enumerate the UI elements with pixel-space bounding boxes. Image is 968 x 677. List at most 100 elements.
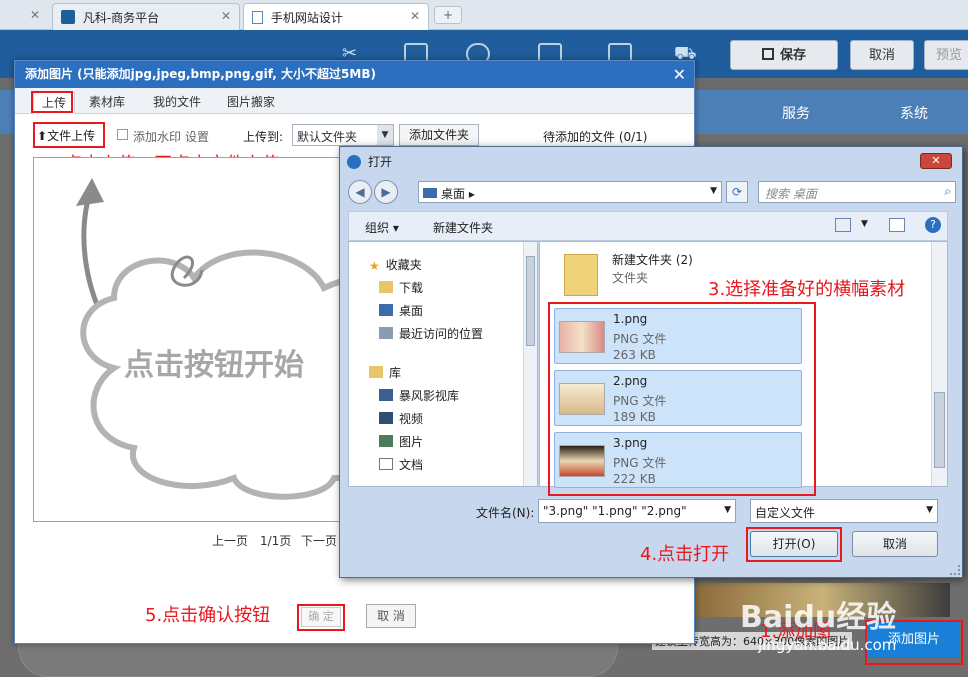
annotation-box-files: [548, 302, 816, 496]
annotation-box-confirm: [297, 604, 345, 631]
folder-icon: [379, 281, 393, 293]
tab-my-files[interactable]: 我的文件: [145, 92, 209, 114]
brand-logo-icon: [61, 10, 75, 24]
desktop-icon: [423, 188, 437, 198]
tree-label: 下载: [399, 281, 424, 295]
tree-item-storm-video[interactable]: 暴风影视库: [379, 387, 459, 404]
watermark-settings-link[interactable]: 设置: [185, 128, 209, 145]
chevron-down-icon: ▼: [377, 125, 393, 145]
folder-select-value: 默认文件夹: [297, 130, 358, 144]
refresh-icon[interactable]: ⟳: [726, 181, 748, 203]
new-tab-button[interactable]: +: [434, 6, 462, 24]
tree-item-recent[interactable]: 最近访问的位置: [379, 325, 483, 342]
upload-to-label: 上传到:: [243, 130, 284, 144]
close-tab-icon[interactable]: ✕: [410, 9, 420, 23]
tree-item-desktop[interactable]: 桌面: [379, 302, 423, 319]
nav-service[interactable]: 服务: [782, 103, 810, 123]
annotation-box-file-upload: [33, 122, 105, 148]
save-label: 保存: [779, 48, 806, 63]
tree-item-favorites[interactable]: ★ 收藏夹: [369, 256, 422, 273]
tab-business-platform[interactable]: 凡科-商务平台 ✕: [52, 3, 240, 30]
filename-input[interactable]: "3.png" "1.png" "2.png" ▼: [538, 499, 736, 523]
chevron-down-icon: ▼: [710, 186, 717, 196]
library-icon: [369, 366, 383, 378]
tree-item-videos[interactable]: 视频: [379, 410, 423, 427]
tab-image-move[interactable]: 图片搬家: [219, 92, 283, 114]
filename-label: 文件名(N):: [476, 506, 535, 520]
star-icon: ★: [369, 259, 380, 273]
annotation-step3: 3.选择准备好的横幅素材: [708, 279, 906, 300]
tab-label: 凡科-商务平台: [82, 11, 160, 25]
tree-label: 图片: [399, 435, 424, 449]
tree-item-downloads[interactable]: 下载: [379, 279, 423, 296]
folder-select[interactable]: 默认文件夹 ▼: [292, 124, 394, 146]
dialog-cancel-button[interactable]: 取 消: [366, 604, 416, 628]
tab-material-library[interactable]: 素材库: [81, 92, 133, 114]
dialog-tabs: 上传 素材库 我的文件 图片搬家: [15, 88, 694, 114]
organize-button[interactable]: 组织 ▾: [365, 219, 399, 236]
new-folder-button[interactable]: 新建文件夹: [433, 219, 493, 236]
pager-prev[interactable]: 上一页: [212, 532, 248, 549]
tree-item-documents[interactable]: 文档: [379, 456, 423, 473]
file-type-value: 自定义文件: [755, 506, 816, 520]
open-dialog-toolbar: 组织 ▾ 新建文件夹 ▼ ?: [348, 211, 948, 241]
tree-label: 最近访问的位置: [399, 327, 484, 341]
search-placeholder: 搜索 桌面: [765, 187, 817, 201]
document-icon: [379, 458, 393, 470]
annotation-box-open: [746, 527, 842, 562]
arrow-head-icon: [76, 178, 104, 206]
search-icon: ⌕: [944, 184, 951, 198]
film-icon: [379, 412, 393, 424]
video-library-icon: [379, 389, 393, 401]
close-tab-icon[interactable]: ✕: [30, 8, 40, 22]
tree-label: 桌面: [399, 304, 424, 318]
open-file-dialog: 打开 ✕ ◀ ▶ 桌面 ▸ ▼ ⟳ 搜索 桌面 ⌕ 组织 ▾ 新建文件夹 ▼ ?…: [339, 146, 963, 578]
watermark-checkbox[interactable]: [117, 129, 128, 140]
pager-next[interactable]: 下一页: [301, 532, 337, 549]
forward-button[interactable]: ▶: [374, 180, 398, 204]
view-options-icon[interactable]: [835, 218, 851, 232]
open-dialog-cancel-button[interactable]: 取消: [852, 531, 938, 557]
scrollbar-thumb[interactable]: [934, 392, 945, 468]
annotation-box-upload-tab: [31, 91, 73, 113]
folder-type: 文件夹: [612, 271, 649, 285]
file-list-scrollbar[interactable]: [931, 242, 947, 486]
add-folder-button[interactable]: 添加文件夹: [399, 124, 479, 146]
search-field[interactable]: 搜索 桌面 ⌕: [758, 181, 956, 203]
recent-places-icon: [379, 327, 393, 339]
open-dialog-title-bar: 打开 ✕: [340, 147, 962, 177]
help-icon[interactable]: ?: [925, 217, 941, 233]
baidu-watermark-url: jingyan.baidu.com: [758, 636, 897, 654]
folder-name: 新建文件夹 (2): [612, 253, 693, 267]
preview-pane-icon[interactable]: [889, 218, 905, 232]
tree-item-libraries[interactable]: 库: [369, 364, 401, 381]
desktop-icon: [379, 304, 393, 316]
resize-grip-icon[interactable]: [950, 565, 960, 575]
open-dialog-title: 打开: [368, 155, 393, 169]
close-tab-icon[interactable]: ✕: [221, 9, 231, 23]
close-icon[interactable]: ✕: [920, 153, 952, 169]
vertical-scrollbar-left[interactable]: [524, 242, 538, 486]
tree-label: 库: [389, 366, 402, 380]
page-icon: [252, 11, 263, 24]
preview-button[interactable]: 预览: [924, 40, 968, 70]
chevron-down-icon[interactable]: ▼: [861, 219, 868, 229]
save-button[interactable]: 保存: [730, 40, 838, 70]
tree-label: 文档: [399, 458, 424, 472]
address-bar-row: ◀ ▶ 桌面 ▸ ▼ ⟳ 搜索 桌面 ⌕: [344, 179, 956, 207]
dialog-title-bar: 添加图片 (只能添加jpg,jpeg,bmp,png,gif, 大小不超过5MB…: [15, 61, 694, 88]
tab-label: 手机网站设计: [270, 11, 343, 25]
tab-mobile-site-design[interactable]: 手机网站设计 ✕: [243, 3, 429, 30]
back-button[interactable]: ◀: [348, 180, 372, 204]
pictures-icon: [379, 435, 393, 447]
tree-label: 收藏夹: [385, 258, 422, 272]
pager-count: 1/1页: [260, 534, 292, 548]
baidu-watermark: Baidu经验: [740, 600, 897, 635]
tree-item-pictures[interactable]: 图片: [379, 433, 423, 450]
cancel-button[interactable]: 取消: [850, 40, 914, 70]
nav-system[interactable]: 系统: [900, 103, 928, 123]
chevron-down-icon: ▼: [926, 505, 933, 515]
address-field[interactable]: 桌面 ▸ ▼: [418, 181, 722, 203]
file-type-select[interactable]: 自定义文件 ▼: [750, 499, 938, 523]
close-icon[interactable]: ✕: [673, 61, 686, 88]
